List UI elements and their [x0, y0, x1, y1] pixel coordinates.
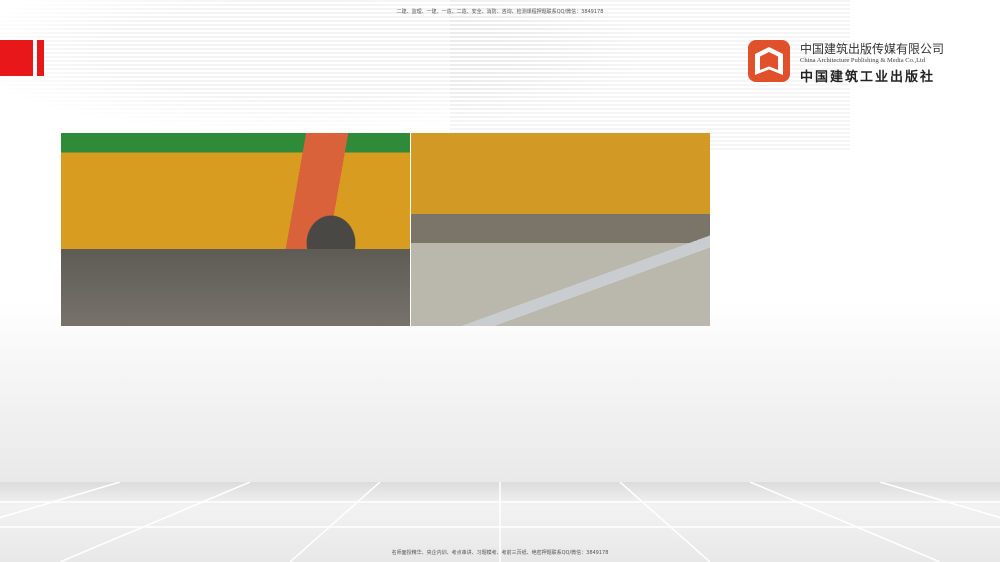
logo-name-en: China Architecture Publishing & Media Co…: [800, 57, 926, 64]
bottom-promo-text: 名师面授精华、央企内训、考点串讲、习题模考、考前三页纸、绝密押题联系QQ/微信：…: [391, 550, 609, 556]
publisher-logo: 中国建筑出版传媒有限公司 China Architecture Publishi…: [748, 40, 958, 85]
logo-name-cn: 中国建筑出版传媒有限公司: [800, 42, 945, 56]
red-accent-block: [0, 40, 33, 76]
top-promo-text: 二建、监理、一建、一造、二造、安全、消防、咨询、检测课程押题联系QQ/微信：38…: [396, 9, 604, 15]
logo-emblem-icon: [748, 40, 790, 82]
background-band: [0, 300, 1000, 482]
photo-excavator-paving: [61, 133, 410, 326]
red-accent-stripe: [37, 40, 44, 76]
logo-name-calligraphy: 中国建筑工业出版社: [800, 70, 936, 85]
photo-concrete-slipform: [411, 133, 710, 326]
